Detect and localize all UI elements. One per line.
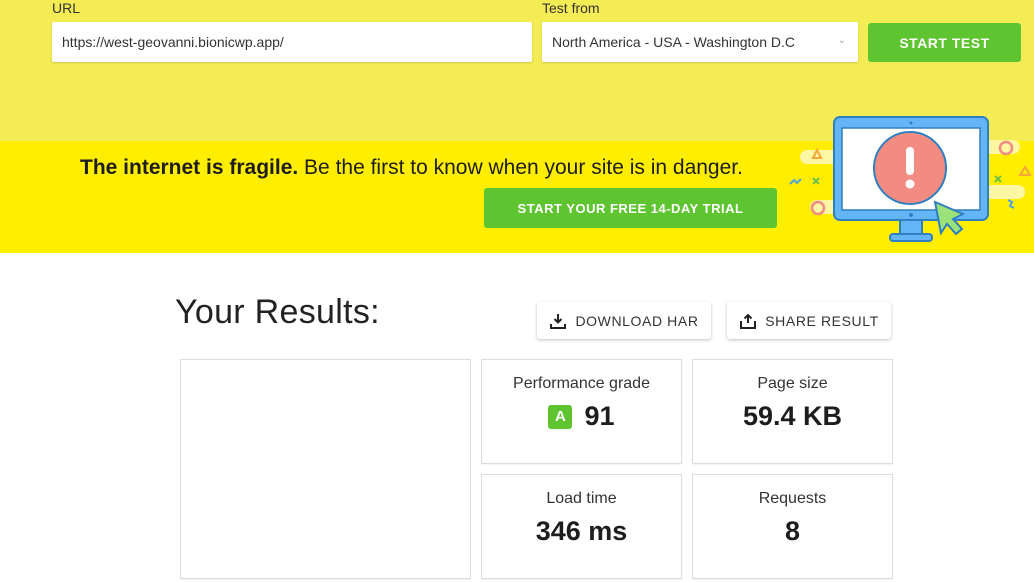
banner-bold-text: The internet is fragile.: [80, 156, 299, 179]
grade-badge: A: [548, 404, 573, 429]
squiggle-decor-icon: [789, 178, 802, 185]
load-time-card: Load time 346 ms: [481, 474, 682, 579]
page-size-card: Page size 59.4 KB: [692, 359, 893, 464]
page-size-label: Page size: [757, 375, 828, 392]
start-test-button[interactable]: START TEST: [868, 23, 1021, 62]
requests-label: Requests: [758, 490, 827, 507]
monitor-stand: [899, 219, 923, 235]
chevron-down-icon: ⌄: [837, 35, 846, 46]
squiggle-decor-icon: [1007, 199, 1015, 209]
screenshot-preview-panel: [180, 359, 471, 579]
url-label: URL: [52, 0, 81, 16]
download-icon: [550, 313, 567, 329]
page-size-value: 59.4 KB: [742, 401, 843, 431]
load-time-label: Load time: [546, 490, 617, 507]
load-time-value: 346 ms: [535, 516, 628, 546]
triangle-decor-icon: [1018, 165, 1032, 176]
upload-share-icon: [740, 313, 757, 329]
performance-grade-card: Performance grade A 91: [481, 359, 682, 464]
results-title: Your Results:: [175, 293, 380, 331]
performance-score: 91: [584, 401, 615, 431]
performance-grade-label: Performance grade: [513, 375, 650, 392]
download-har-label: DOWNLOAD HAR: [575, 312, 699, 329]
requests-card: Requests 8: [692, 474, 893, 579]
start-trial-button[interactable]: START YOUR FREE 14-DAY TRIAL: [484, 188, 777, 228]
requests-value: 8: [784, 516, 801, 546]
url-input[interactable]: [52, 22, 532, 62]
share-result-button[interactable]: SHARE RESULT: [727, 302, 891, 339]
location-select[interactable]: North America - USA - Washington D.C ⌄: [542, 22, 858, 62]
banner-body-text: Be the first to know when your site is i…: [298, 156, 743, 179]
cross-decor-icon: [994, 175, 1002, 183]
location-value: North America - USA - Washington D.C: [552, 34, 796, 50]
download-har-button[interactable]: DOWNLOAD HAR: [537, 302, 711, 339]
banner-message: The internet is fragile. Be the first to…: [80, 156, 743, 180]
monitor-alert-illustration: [789, 116, 1032, 242]
location-label: Test from: [542, 0, 600, 16]
cross-decor-icon: [812, 177, 820, 185]
share-result-label: SHARE RESULT: [765, 312, 879, 329]
